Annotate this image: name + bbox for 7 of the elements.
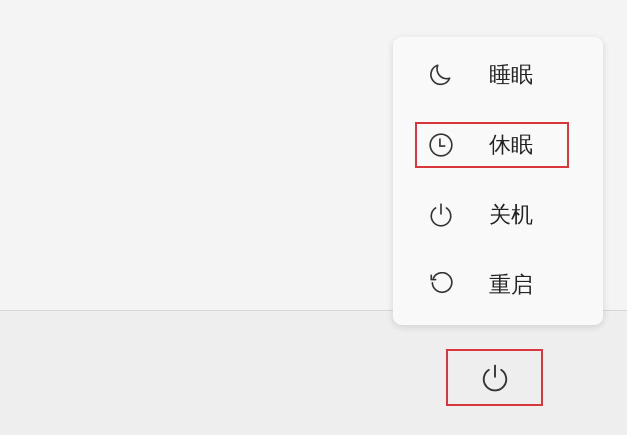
menu-item[interactable]: 关机 (403, 180, 581, 250)
power-icon (428, 202, 454, 228)
clock-icon (428, 132, 454, 158)
menu-item[interactable]: 睡眠 (403, 40, 581, 110)
menu-item[interactable]: 重启 (403, 250, 581, 320)
menu-item[interactable]: 休眠 (403, 110, 581, 180)
power-button[interactable] (446, 349, 543, 406)
